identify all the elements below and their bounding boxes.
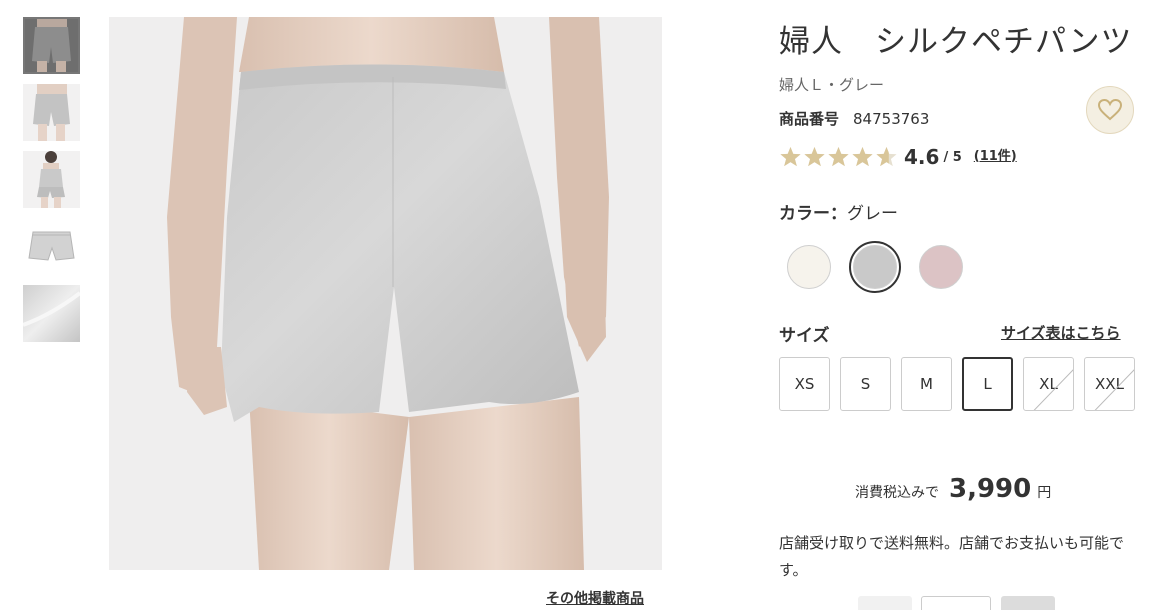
price-tax-label: 消費税込みで [855, 485, 939, 501]
favorite-button[interactable] [1086, 86, 1134, 134]
product-code-value: 84753763 [853, 110, 930, 128]
thumbnail-image [23, 84, 80, 141]
color-swatch-list [783, 241, 981, 293]
star-icon [852, 146, 873, 166]
size-label: サイズ [779, 326, 830, 346]
color-swatch-pink[interactable] [915, 241, 967, 293]
thumbnail-flat-lay[interactable] [23, 218, 80, 275]
thumbnail-image [23, 17, 80, 74]
swatch-circle [787, 245, 831, 289]
color-swatch-off-white[interactable] [783, 241, 835, 293]
review-count-link[interactable]: (11件) [974, 145, 1017, 164]
other-listed-items-link[interactable]: その他掲載商品 [546, 588, 644, 608]
price-amount: 3,990 [949, 474, 1032, 504]
size-chart-link[interactable]: サイズ表はこちら [1001, 322, 1121, 343]
quantity-increase-button[interactable] [1001, 596, 1055, 610]
rating-summary: 4.6 / 5 (11件) [779, 145, 1017, 169]
color-label-key: カラー： [779, 204, 847, 224]
rating-max: / 5 [943, 149, 962, 165]
color-label: カラー：グレー [779, 199, 898, 224]
color-selected-value: グレー [847, 204, 898, 224]
thumbnail-image [23, 151, 80, 208]
price: 消費税込みで 3,990 円 [855, 474, 1051, 504]
main-product-image [109, 17, 662, 570]
product-variant: 婦人Ｌ・グレー [779, 76, 885, 94]
rating-stars [779, 146, 898, 169]
size-option-xs[interactable]: XS [779, 357, 830, 411]
size-option-s[interactable]: S [840, 357, 891, 411]
size-option-l[interactable]: L [962, 357, 1013, 411]
thumbnail-image [23, 285, 80, 342]
product-code: 商品番号 84753763 [779, 108, 929, 129]
star-icon [828, 146, 849, 166]
shipping-note: 店舗受け取りで送料無料。店舗でお支払いも可能です。 [779, 534, 1125, 579]
quantity-decrease-button[interactable] [858, 596, 912, 610]
thumbnail-list [23, 17, 80, 352]
product-title: 婦人 シルクペチパンツ [779, 24, 1133, 60]
size-option-list: XS S M L XL XXL [779, 357, 1135, 411]
model-wearing-shorts-illustration [109, 17, 662, 570]
thumbnail-model-back[interactable] [23, 17, 80, 74]
star-icon [876, 146, 897, 166]
price-currency: 円 [1037, 485, 1052, 501]
swatch-circle [853, 245, 897, 289]
star-icon [780, 146, 801, 166]
rating-value: 4.6 [904, 145, 940, 169]
thumbnail-fabric-closeup[interactable] [23, 285, 80, 342]
product-code-label: 商品番号 [779, 110, 840, 128]
thumbnail-model-camisole[interactable] [23, 151, 80, 208]
swatch-circle [919, 245, 963, 289]
quantity-input[interactable] [921, 596, 991, 610]
thumbnail-image [23, 218, 80, 275]
size-option-xxl[interactable]: XXL [1084, 357, 1135, 411]
color-swatch-gray[interactable] [849, 241, 901, 293]
thumbnail-model-front[interactable] [23, 84, 80, 141]
heart-icon [1098, 99, 1122, 121]
size-option-m[interactable]: M [901, 357, 952, 411]
quantity-stepper [858, 596, 1055, 610]
size-option-xl[interactable]: XL [1023, 357, 1074, 411]
star-icon [804, 146, 825, 166]
